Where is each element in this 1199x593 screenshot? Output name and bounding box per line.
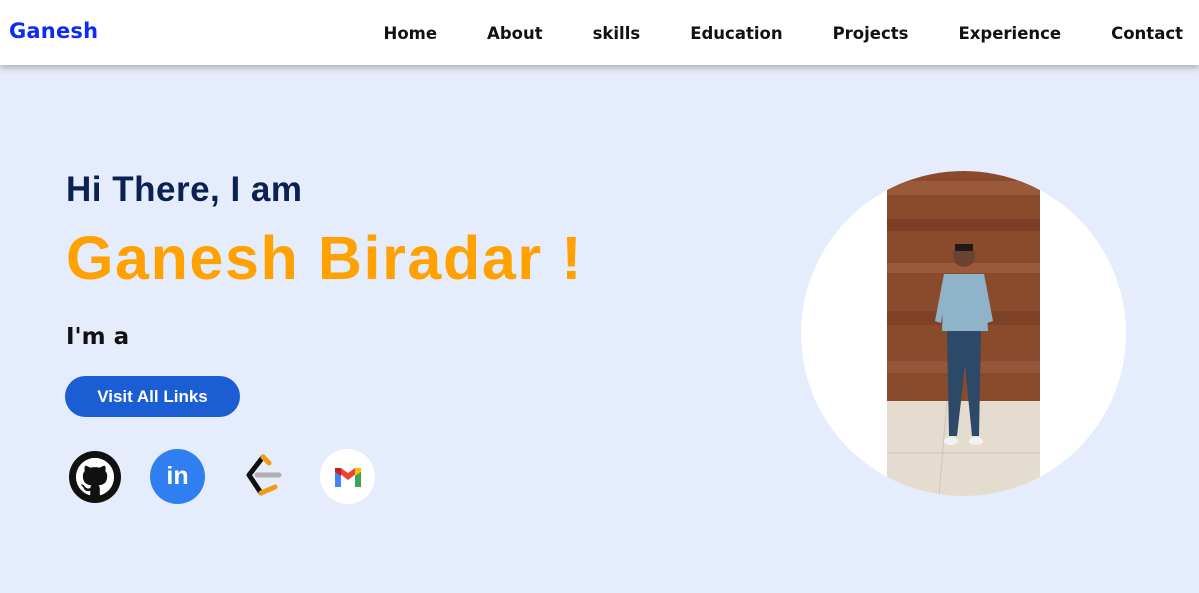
nav-links: Home About skills Education Projects Exp… — [384, 22, 1199, 44]
nav-link-education[interactable]: Education — [690, 24, 782, 43]
gmail-icon — [334, 467, 361, 487]
leetcode-link[interactable] — [235, 449, 290, 504]
nav-link-skills[interactable]: skills — [593, 24, 641, 43]
github-link[interactable] — [67, 449, 122, 504]
navbar: Ganesh Home About skills Education Proje… — [0, 0, 1199, 65]
linkedin-icon: in — [166, 462, 189, 490]
nav-link-about[interactable]: About — [487, 24, 543, 43]
brand-logo[interactable]: Ganesh — [9, 19, 98, 43]
nav-link-experience[interactable]: Experience — [958, 24, 1061, 43]
profile-photo-frame — [801, 171, 1126, 496]
gmail-link[interactable] — [320, 449, 375, 504]
linkedin-link[interactable]: in — [150, 449, 205, 504]
leetcode-icon — [246, 454, 281, 495]
hero-greeting: Hi There, I am — [66, 170, 303, 209]
github-icon — [68, 450, 121, 503]
hero-name: Ganesh Biradar ! — [66, 224, 584, 292]
profile-photo — [887, 171, 1040, 496]
hero-role: I'm a — [66, 324, 130, 350]
nav-link-contact[interactable]: Contact — [1111, 24, 1183, 43]
nav-link-projects[interactable]: Projects — [833, 24, 909, 43]
nav-link-home[interactable]: Home — [384, 24, 438, 43]
social-links: in — [66, 449, 386, 505]
visit-all-links-button[interactable]: Visit All Links — [65, 376, 240, 417]
